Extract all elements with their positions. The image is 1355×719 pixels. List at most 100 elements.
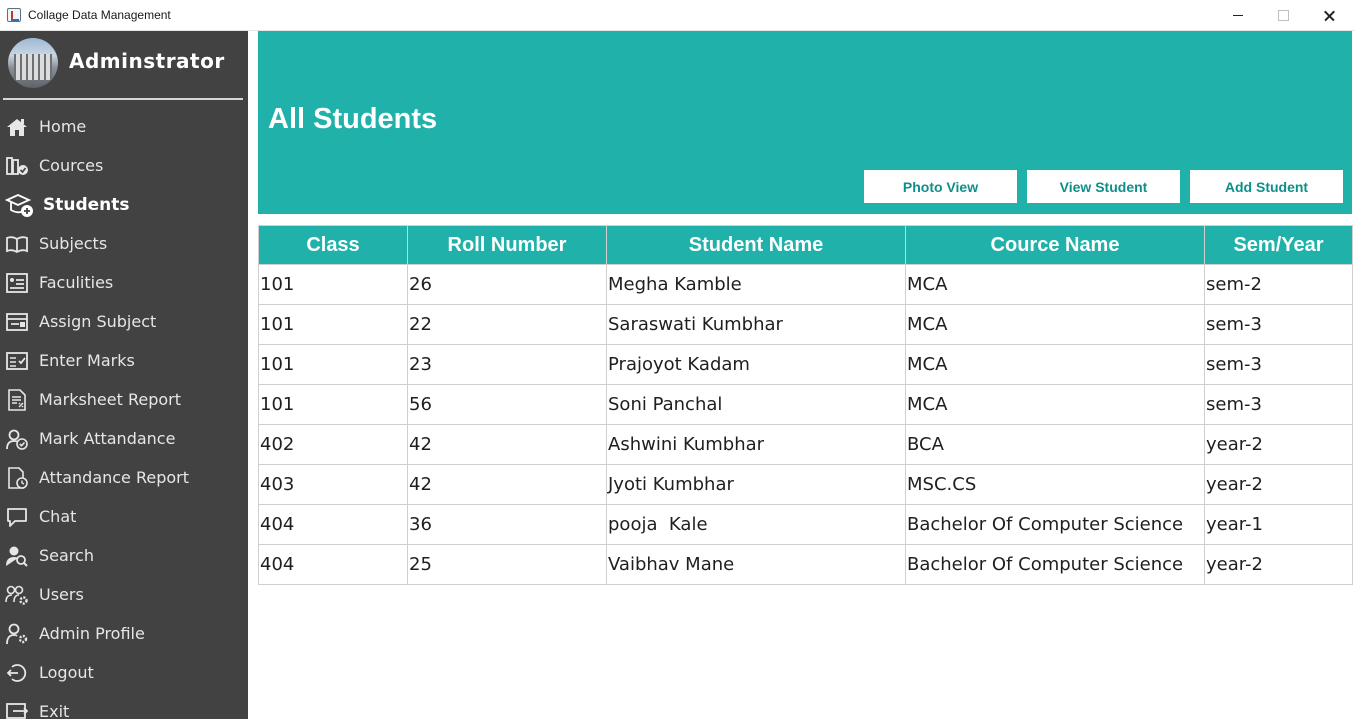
cell-class[interactable]: 101 xyxy=(258,344,408,385)
column-header-sem-year[interactable]: Sem/Year xyxy=(1204,225,1353,265)
students-table: Class Roll Number Student Name Cource Na… xyxy=(258,225,1353,585)
cell-sem-year[interactable]: sem-3 xyxy=(1204,384,1353,425)
cell-sem-year[interactable]: year-2 xyxy=(1204,464,1353,505)
books-icon xyxy=(5,155,29,177)
cell-cource-name[interactable]: Bachelor Of Computer Science xyxy=(905,504,1205,545)
cell-sem-year[interactable]: year-2 xyxy=(1204,544,1353,585)
cell-class[interactable]: 101 xyxy=(258,264,408,305)
sidebar-item-label: Subjects xyxy=(39,234,108,253)
cell-student-name[interactable]: Prajoyot Kadam xyxy=(606,344,906,385)
table-row[interactable]: 101 22 Saraswati Kumbhar MCA sem-3 xyxy=(258,304,1353,345)
cell-class[interactable]: 101 xyxy=(258,384,408,425)
table-row[interactable]: 404 36 pooja Kale Bachelor Of Computer S… xyxy=(258,504,1353,545)
cell-class[interactable]: 101 xyxy=(258,304,408,345)
cell-class[interactable]: 404 xyxy=(258,504,408,545)
cell-roll-number[interactable]: 42 xyxy=(407,464,607,505)
sidebar-item-attandance-report[interactable]: Attandance Report xyxy=(0,458,248,497)
java-app-icon xyxy=(7,8,21,22)
cell-class[interactable]: 403 xyxy=(258,464,408,505)
cell-student-name[interactable]: pooja Kale xyxy=(606,504,906,545)
sidebar-item-cources[interactable]: Cources xyxy=(0,146,248,185)
marks-entry-icon xyxy=(5,350,29,372)
cell-student-name[interactable]: Soni Panchal xyxy=(606,384,906,425)
sidebar-item-exit[interactable]: Exit xyxy=(0,692,248,719)
cell-roll-number[interactable]: 25 xyxy=(407,544,607,585)
report-doc-icon xyxy=(5,389,29,411)
photo-view-button[interactable]: Photo View xyxy=(864,170,1017,203)
sidebar-item-label: Attandance Report xyxy=(39,468,190,487)
add-student-button[interactable]: Add Student xyxy=(1190,170,1343,203)
cell-cource-name[interactable]: MCA xyxy=(905,264,1205,305)
page-title: All Students xyxy=(268,103,438,135)
sidebar: Adminstrator Home Cources Students Subje… xyxy=(0,31,248,719)
cell-sem-year[interactable]: year-2 xyxy=(1204,424,1353,465)
sidebar-item-marksheet-report[interactable]: Marksheet Report xyxy=(0,380,248,419)
cell-sem-year[interactable]: year-1 xyxy=(1204,504,1353,545)
title-bar: Collage Data Management xyxy=(0,0,1355,31)
logout-icon xyxy=(5,662,29,684)
open-book-icon xyxy=(5,233,29,255)
cell-cource-name[interactable]: BCA xyxy=(905,424,1205,465)
table-row[interactable]: 402 42 Ashwini Kumbhar BCA year-2 xyxy=(258,424,1353,465)
table-row[interactable]: 404 25 Vaibhav Mane Bachelor Of Computer… xyxy=(258,544,1353,585)
user-gear-icon xyxy=(5,623,29,645)
table-header-row: Class Roll Number Student Name Cource Na… xyxy=(258,225,1353,265)
cell-sem-year[interactable]: sem-3 xyxy=(1204,304,1353,345)
cell-roll-number[interactable]: 23 xyxy=(407,344,607,385)
cell-class[interactable]: 402 xyxy=(258,424,408,465)
header-panel: All Students Photo View View Student Add… xyxy=(258,31,1352,214)
cell-roll-number[interactable]: 36 xyxy=(407,504,607,545)
sidebar-item-users[interactable]: Users xyxy=(0,575,248,614)
cell-student-name[interactable]: Vaibhav Mane xyxy=(606,544,906,585)
cell-student-name[interactable]: Saraswati Kumbhar xyxy=(606,304,906,345)
sidebar-item-admin-profile[interactable]: Admin Profile xyxy=(0,614,248,653)
cell-cource-name[interactable]: MCA xyxy=(905,344,1205,385)
sidebar-item-label: Cources xyxy=(39,156,104,175)
window-title: Collage Data Management xyxy=(28,8,171,22)
table-row[interactable]: 403 42 Jyoti Kumbhar MSC.CS year-2 xyxy=(258,464,1353,505)
cell-roll-number[interactable]: 56 xyxy=(407,384,607,425)
cell-class[interactable]: 404 xyxy=(258,544,408,585)
sidebar-item-enter-marks[interactable]: Enter Marks xyxy=(0,341,248,380)
cell-roll-number[interactable]: 22 xyxy=(407,304,607,345)
column-header-student-name[interactable]: Student Name xyxy=(606,225,906,265)
cell-student-name[interactable]: Jyoti Kumbhar xyxy=(606,464,906,505)
sidebar-item-search[interactable]: Search xyxy=(0,536,248,575)
cell-sem-year[interactable]: sem-3 xyxy=(1204,344,1353,385)
sidebar-item-assign-subject[interactable]: Assign Subject xyxy=(0,302,248,341)
cell-cource-name[interactable]: Bachelor Of Computer Science xyxy=(905,544,1205,585)
sidebar-item-label: Chat xyxy=(39,507,77,526)
cell-cource-name[interactable]: MCA xyxy=(905,304,1205,345)
cell-cource-name[interactable]: MCA xyxy=(905,384,1205,425)
sidebar-item-label: Exit xyxy=(39,702,70,719)
sidebar-nav: Home Cources Students Subjects Faculitie… xyxy=(0,107,248,719)
sidebar-item-label: Enter Marks xyxy=(39,351,135,370)
sidebar-item-logout[interactable]: Logout xyxy=(0,653,248,692)
column-header-class[interactable]: Class xyxy=(258,225,408,265)
minimize-button[interactable] xyxy=(1215,0,1261,31)
sidebar-item-label: Admin Profile xyxy=(39,624,145,643)
cell-student-name[interactable]: Ashwini Kumbhar xyxy=(606,424,906,465)
close-button[interactable] xyxy=(1306,0,1352,31)
table-row[interactable]: 101 26 Megha Kamble MCA sem-2 xyxy=(258,264,1353,305)
cell-roll-number[interactable]: 42 xyxy=(407,424,607,465)
cell-student-name[interactable]: Megha Kamble xyxy=(606,264,906,305)
sidebar-item-label: Marksheet Report xyxy=(39,390,182,409)
sidebar-item-label: Home xyxy=(39,117,87,136)
doc-clock-icon xyxy=(5,467,29,489)
view-student-button[interactable]: View Student xyxy=(1027,170,1180,203)
table-row[interactable]: 101 56 Soni Panchal MCA sem-3 xyxy=(258,384,1353,425)
column-header-cource-name[interactable]: Cource Name xyxy=(905,225,1205,265)
sidebar-item-mark-attandance[interactable]: Mark Attandance xyxy=(0,419,248,458)
cell-sem-year[interactable]: sem-2 xyxy=(1204,264,1353,305)
cell-cource-name[interactable]: MSC.CS xyxy=(905,464,1205,505)
column-header-roll-number[interactable]: Roll Number xyxy=(407,225,607,265)
cell-roll-number[interactable]: 26 xyxy=(407,264,607,305)
sidebar-item-faculities[interactable]: Faculities xyxy=(0,263,248,302)
sidebar-item-home[interactable]: Home xyxy=(0,107,248,146)
sidebar-item-students[interactable]: Students xyxy=(0,185,248,224)
sidebar-item-chat[interactable]: Chat xyxy=(0,497,248,536)
table-row[interactable]: 101 23 Prajoyot Kadam MCA sem-3 xyxy=(258,344,1353,385)
maximize-button[interactable] xyxy=(1260,0,1306,31)
sidebar-item-subjects[interactable]: Subjects xyxy=(0,224,248,263)
